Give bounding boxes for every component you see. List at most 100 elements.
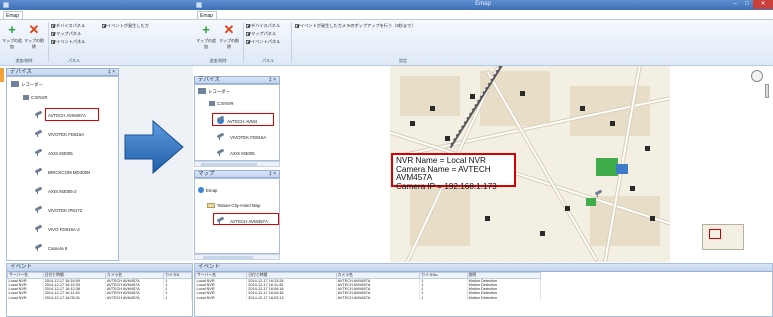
tree-nvr-node[interactable]: C:ENVR — [209, 100, 234, 106]
group-label-settings: 設定 — [399, 58, 407, 63]
map-marker-icon[interactable] — [445, 136, 450, 141]
tree-camera-2[interactable]: VIVOTEK FD816A — [217, 133, 266, 140]
checkbox-icon — [246, 39, 250, 44]
pin-close-button[interactable]: ‡ × — [269, 77, 276, 84]
tree-emap-root[interactable]: Emap — [198, 186, 217, 193]
add-map-button[interactable]: + マップの追加 — [1, 23, 23, 50]
zoom-control[interactable] — [751, 70, 763, 82]
app-icon — [3, 2, 9, 8]
window-title: Emap — [475, 1, 491, 7]
close-button[interactable]: ✕ — [753, 0, 773, 9]
map-view[interactable]: NVR Name = Local NVR Camera Name = AVTEC… — [282, 66, 773, 262]
left-title-bar — [0, 0, 193, 10]
camera-icon — [35, 207, 45, 213]
tree-nvr-node[interactable]: C:ENVR — [23, 94, 48, 100]
checkbox-icon — [246, 23, 250, 28]
tree-camera-7[interactable]: VIVO FD816A-2 — [35, 225, 80, 232]
right-title-bar: Emap – □ ✕ — [193, 0, 773, 10]
camera-info-box: NVR Name = Local NVR Camera Name = AVTEC… — [391, 153, 516, 190]
recorder-icon — [209, 101, 215, 106]
table-row[interactable]: Local NVR 2014-12-17 16:05:31 AVTECH AVM45… — [7, 295, 192, 300]
tree-recorder-root[interactable]: レコーダー — [11, 80, 43, 88]
zoom-slider[interactable] — [765, 84, 769, 98]
selected-map-camera-highlight — [213, 213, 279, 225]
map-marker-icon[interactable] — [610, 121, 615, 126]
pin-close-button[interactable]: ‡ × — [269, 171, 276, 178]
map-marker-icon[interactable] — [540, 231, 545, 236]
camera-icon — [35, 188, 45, 194]
right-events-header: イベント — [195, 264, 772, 272]
scroll-thumb[interactable] — [201, 163, 257, 166]
add-map-icon: + — [202, 22, 210, 37]
popup-event-camera-check[interactable]: イベントが発生したカ — [102, 23, 149, 29]
right-device-hscroll[interactable] — [194, 161, 280, 167]
add-map-icon: + — [8, 22, 16, 37]
checkbox-icon — [51, 39, 55, 44]
map-marker-icon[interactable] — [645, 146, 650, 151]
left-events-table: サーバー名 日付と時間 カメラ名 カメラN Local NVR 2014-12-1… — [7, 272, 192, 300]
map-marker-icon[interactable] — [650, 216, 655, 221]
pin-close-button[interactable]: ‡ × — [108, 69, 115, 76]
event-panel-check[interactable]: イベントパネル — [51, 39, 85, 45]
minimize-button[interactable]: – — [729, 0, 741, 9]
camera-icon — [217, 134, 227, 140]
left-ribbon-tab[interactable]: Emap — [3, 11, 23, 19]
green-area — [596, 158, 618, 176]
tree-recorder-root[interactable]: レコーダー — [198, 87, 230, 95]
camera-icon — [35, 131, 45, 137]
tree-camera-4[interactable]: BRICKCOM MD300N — [35, 168, 90, 175]
map-marker-icon[interactable] — [485, 216, 490, 221]
table-row[interactable]: Local NVR 2014-12-17 16:03:13 AVTECH AVM45… — [195, 295, 542, 300]
maximize-button[interactable]: □ — [741, 0, 753, 9]
map-marker-icon[interactable] — [565, 206, 570, 211]
map-thumbnail[interactable] — [702, 224, 744, 250]
map-panel-check[interactable]: マップパネル — [246, 31, 276, 37]
camera-icon[interactable] — [595, 191, 605, 197]
add-map-button[interactable]: + マップの追加 — [195, 23, 217, 50]
delete-map-button[interactable]: ✕ マップの削除 — [23, 23, 45, 50]
tree-map-node[interactable]: Tainan-City-Hotel Map — [207, 202, 260, 208]
arrow-right-icon — [124, 119, 184, 175]
tree-camera-2[interactable]: VIVOTEK FD816A — [35, 130, 84, 137]
map-panel-check[interactable]: マップパネル — [51, 31, 81, 37]
device-panel-check[interactable]: デバイスパネル — [246, 23, 280, 29]
map-marker-icon[interactable] — [410, 121, 415, 126]
left-orange-tab[interactable] — [0, 68, 4, 82]
map-marker-icon[interactable] — [470, 94, 475, 99]
ribbon-separator — [48, 22, 49, 62]
right-device-panel-header: デバイス ‡ × — [194, 76, 280, 84]
checkbox-icon — [51, 23, 55, 28]
green-area — [586, 198, 596, 206]
camera-icon — [35, 226, 45, 232]
tree-camera-3[interactable]: AXIS M3005 — [35, 149, 73, 156]
tree-camera-5[interactable]: AXIS M3005-2 — [35, 187, 77, 194]
map-block — [590, 196, 660, 246]
camera-icon — [35, 245, 45, 251]
tree-camera-8[interactable]: Camera 8 — [35, 244, 67, 251]
right-events-panel: イベント サーバー名 日付と時間 カメラ名 カメラNo. 説明 Local NV… — [194, 263, 773, 317]
right-ribbon-tab[interactable]: Emap — [197, 11, 217, 19]
map-panel-hscroll[interactable] — [194, 254, 280, 260]
recorder-icon — [11, 81, 19, 87]
left-device-tree: レコーダー C:ENVR AVTECH AVM457A VIVOTEK FD81… — [6, 76, 119, 261]
map-marker-icon[interactable] — [520, 91, 525, 96]
map-marker-icon[interactable] — [630, 186, 635, 191]
checkbox-icon — [102, 23, 106, 28]
map-marker-icon[interactable] — [430, 106, 435, 111]
map-marker-icon[interactable] — [580, 106, 585, 111]
right-device-tree: レコーダー C:ENVR AVTECH AVM4 VIVOTEK FD816A … — [194, 84, 280, 161]
globe-icon — [198, 187, 204, 193]
event-panel-check[interactable]: イベントパネル — [246, 39, 280, 45]
device-panel-check[interactable]: デバイスパネル — [51, 23, 85, 29]
selected-camera-highlight — [212, 113, 274, 126]
tree-camera-3[interactable]: AXIS M3005 — [217, 149, 255, 156]
camera-icon — [35, 112, 45, 118]
checkbox-icon — [246, 31, 250, 36]
popup-event-camera-check[interactable]: イベントが発生したカメラのポップアップを行う（3秒まで） — [295, 23, 415, 29]
tree-camera-6[interactable]: VIVOTEK IP8172 — [35, 206, 82, 213]
group-label-add-delete: 追加/削除 — [209, 58, 227, 63]
checkbox-icon — [295, 23, 299, 28]
selected-camera-highlight — [45, 108, 99, 121]
scroll-thumb[interactable] — [203, 256, 253, 259]
delete-map-button[interactable]: ✕ マップの削除 — [218, 23, 240, 50]
